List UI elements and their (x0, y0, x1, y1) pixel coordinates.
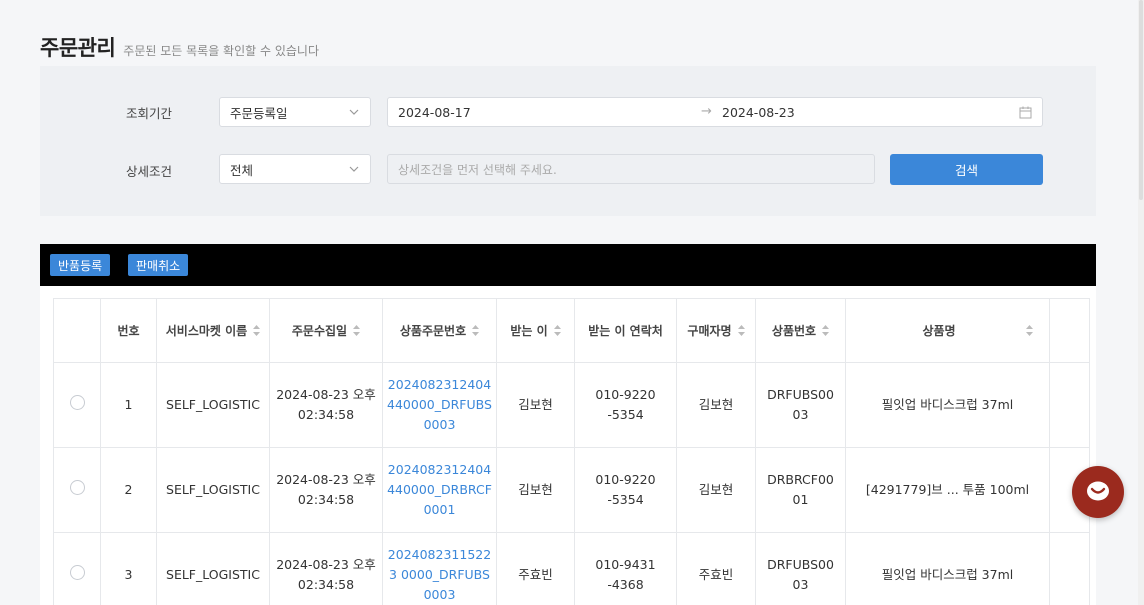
table-row[interactable]: 3 SELF_LOGISTIC 2024-08-23 오후 02:34:58 2… (53, 532, 1090, 605)
sort-icon[interactable] (822, 325, 830, 336)
sort-icon[interactable] (253, 325, 261, 336)
detail-condition-input[interactable]: 상세조건을 먼저 선택해 주세요. (387, 154, 875, 184)
col-receiver-phone: 받는 이 연락처 (574, 298, 677, 363)
chat-button[interactable] (1072, 466, 1124, 518)
cell-buyer: 주효빈 (676, 532, 756, 605)
cell-market: SELF_LOGISTIC (156, 447, 270, 533)
cell-collected: 2024-08-23 오후 02:34:58 (269, 532, 383, 605)
sort-icon[interactable] (1025, 325, 1033, 336)
scrollbar-thumb[interactable] (1139, 0, 1143, 200)
cell-buyer: 김보현 (676, 447, 756, 533)
cell-product-number: DRFUBS0003 (755, 532, 846, 605)
table-row[interactable]: 2 SELF_LOGISTIC 2024-08-23 오후 02:34:58 2… (53, 447, 1090, 533)
cell-order-number-link[interactable]: 2024082312404440000_DRFUBS0003 (382, 362, 497, 448)
action-bar: 반품등록 판매취소 (40, 244, 1096, 286)
cell-product-name: [4291779]브 ... 투품 100ml (845, 447, 1050, 533)
cell-collected: 2024-08-23 오후 02:34:58 (269, 362, 383, 448)
cell-number: 2 (100, 447, 157, 533)
col-select (53, 298, 101, 363)
cell-receiver-phone: 010-9431-4368 (574, 532, 677, 605)
page-header: 주문관리 주문된 모든 목록을 확인할 수 있습니다 (40, 32, 319, 62)
chevron-down-icon (349, 166, 359, 172)
cell-order-number-link[interactable]: 2024082312404440000_DRBRCF0001 (382, 447, 497, 533)
row-select-radio[interactable] (69, 394, 85, 410)
filter-panel: 조회기간 주문등록일 2024-08-17 → 2024-08-23 상세조건 … (40, 66, 1096, 216)
cell-order-number-link[interactable]: 20240823115223 0000_DRFUBS0003 (382, 532, 497, 605)
cell-product-number: DRBRCF0001 (755, 447, 846, 533)
cancel-sale-button[interactable]: 판매취소 (128, 254, 189, 276)
cell-number: 3 (100, 532, 157, 605)
col-buyer[interactable]: 구매자명 (676, 298, 756, 363)
col-order-number[interactable]: 상품주문번호 (382, 298, 497, 363)
cell-receiver: 김보현 (496, 447, 575, 533)
detail-placeholder: 상세조건을 먼저 선택해 주세요. (398, 162, 557, 177)
cell-market: SELF_LOGISTIC (156, 362, 270, 448)
sort-icon[interactable] (737, 325, 745, 336)
cell-receiver: 김보현 (496, 362, 575, 448)
col-number: 번호 (100, 298, 157, 363)
cell-extra (1049, 362, 1090, 448)
sort-icon[interactable] (353, 325, 361, 336)
cell-buyer: 김보현 (676, 362, 756, 448)
col-extra (1049, 298, 1090, 363)
period-select-value: 주문등록일 (230, 105, 288, 121)
cell-product-name: 필잇업 바디스크럽 37ml (845, 362, 1050, 448)
col-product-number[interactable]: 상품번호 (755, 298, 846, 363)
detail-label: 상세조건 (126, 164, 173, 179)
cell-receiver-phone: 010-9220-5354 (574, 362, 677, 448)
page-subtitle: 주문된 모든 목록을 확인할 수 있습니다 (123, 44, 319, 58)
col-market[interactable]: 서비스마켓 이름 (156, 298, 270, 363)
period-label: 조회기간 (126, 106, 173, 121)
date-range-picker[interactable]: 2024-08-17 → 2024-08-23 (387, 97, 1043, 127)
sort-icon[interactable] (472, 325, 480, 336)
search-button[interactable]: 검색 (890, 154, 1043, 185)
cell-extra (1049, 532, 1090, 605)
cell-receiver: 주효빈 (496, 532, 575, 605)
cell-collected: 2024-08-23 오후 02:34:58 (269, 447, 383, 533)
col-receiver[interactable]: 받는 이 (496, 298, 575, 363)
table-header-row: 번호 서비스마켓 이름 주문수집일 상품주문번호 받는 이 받는 이 연락처 구… (53, 298, 1090, 363)
col-product-name[interactable]: 상품명 (845, 298, 1050, 363)
detail-select-value: 전체 (230, 162, 254, 178)
row-select-radio[interactable] (69, 564, 85, 580)
cell-product-number: DRFUBS0003 (755, 362, 846, 448)
order-management-page: 주문관리 주문된 모든 목록을 확인할 수 있습니다 조회기간 주문등록일 20… (0, 0, 1144, 605)
period-select[interactable]: 주문등록일 (219, 97, 371, 127)
date-start[interactable]: 2024-08-17 (398, 105, 471, 120)
order-table-container: 번호 서비스마켓 이름 주문수집일 상품주문번호 받는 이 받는 이 연락처 구… (40, 286, 1096, 605)
cell-receiver-phone: 010-9220-5354 (574, 447, 677, 533)
cell-market: SELF_LOGISTIC (156, 532, 270, 605)
date-arrow: → (701, 104, 712, 119)
chat-icon (1087, 481, 1109, 501)
sort-icon[interactable] (553, 325, 561, 336)
col-collected[interactable]: 주문수집일 (269, 298, 383, 363)
chevron-down-icon (349, 109, 359, 115)
page-title: 주문관리 (40, 36, 116, 60)
detail-select[interactable]: 전체 (219, 154, 371, 184)
date-end[interactable]: 2024-08-23 (722, 105, 795, 120)
calendar-icon[interactable] (1019, 106, 1032, 119)
return-register-button[interactable]: 반품등록 (50, 254, 111, 276)
row-select-radio[interactable] (69, 479, 85, 495)
cell-product-name: 필잇업 바디스크럽 37ml (845, 532, 1050, 605)
cell-number: 1 (100, 362, 157, 448)
order-table: 번호 서비스마켓 이름 주문수집일 상품주문번호 받는 이 받는 이 연락처 구… (53, 298, 1090, 605)
page-scrollbar[interactable] (1138, 0, 1144, 605)
table-row[interactable]: 1 SELF_LOGISTIC 2024-08-23 오후 02:34:58 2… (53, 362, 1090, 448)
